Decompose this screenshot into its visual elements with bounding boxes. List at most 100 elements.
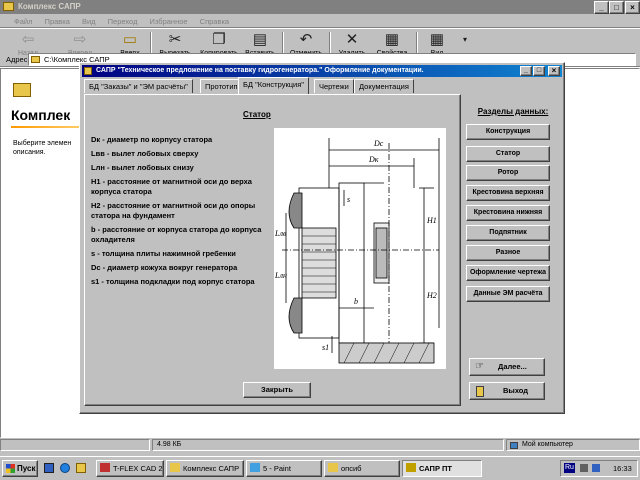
app-icon — [406, 463, 416, 472]
start-button[interactable]: Пуск — [2, 460, 38, 477]
param-h1: H1 - расстояние от магнитной оси до верх… — [91, 177, 252, 196]
tray-speaker-icon[interactable] — [580, 464, 588, 472]
section-lower-cross-button[interactable]: Крестовина нижняя — [466, 205, 550, 221]
task-paint[interactable]: 5 - Paint — [246, 460, 322, 477]
my-computer-icon — [510, 442, 518, 449]
lang-indicator[interactable]: Ru — [564, 463, 575, 473]
tflex-icon — [100, 463, 110, 472]
taskbar: Пуск T-FLEX CAD 2D - [... Комплекс САПР … — [0, 456, 640, 480]
menu-go[interactable]: Переход — [108, 17, 138, 26]
close-button[interactable]: Закрыть — [243, 382, 311, 398]
menu-edit[interactable]: Правка — [45, 17, 70, 26]
tab-prototype[interactable]: Прототип — [200, 79, 243, 93]
explorer-close-button[interactable]: × — [625, 1, 640, 14]
section-construction-button[interactable]: Конструкция — [466, 124, 550, 140]
task-opsib[interactable]: опсиб — [324, 460, 400, 477]
folder-up-icon: ▭ — [122, 31, 138, 48]
dialog-app-icon — [84, 67, 92, 75]
explorer-minimize-button[interactable]: _ — [594, 1, 609, 14]
explorer-quick-icon[interactable] — [76, 463, 86, 473]
paint-icon — [250, 463, 260, 472]
drawing-label-b: b — [354, 297, 358, 306]
drawing-label-lvv: Lлв — [274, 229, 287, 238]
properties-icon: ▦ — [384, 31, 400, 48]
quick-launch — [42, 461, 94, 477]
status-bar: 4.98 КБ Мой компьютер — [0, 438, 640, 452]
section-rotor-button[interactable]: Ротор — [466, 165, 550, 181]
status-panel-left — [0, 439, 150, 451]
tab-construction-db[interactable]: БД "Конструкция" — [238, 77, 309, 94]
status-panel-location: Мой компьютер — [506, 439, 640, 451]
address-folder-icon — [31, 56, 40, 63]
menu-view[interactable]: Вид — [82, 17, 96, 26]
section-misc-button[interactable]: Разное — [466, 245, 550, 261]
menu-favorites[interactable]: Избранное — [150, 17, 188, 26]
tab-documentation[interactable]: Документация — [354, 79, 414, 93]
scissors-icon: ✂ — [168, 31, 182, 48]
copy-icon: ❐ — [212, 31, 226, 48]
menu-file[interactable]: Файл — [14, 17, 32, 26]
dialog-title-bar[interactable]: САПР "Техническое предложение на поставк… — [82, 65, 562, 77]
drawing-label-dk: Dк — [368, 155, 379, 164]
chevron-down-icon: ▾ — [462, 35, 467, 44]
menu-help[interactable]: Справка — [200, 17, 229, 26]
explorer-title-bar[interactable]: Комплекс САПР _ □ × — [0, 0, 640, 14]
left-description: Выберите элемен описания. — [13, 140, 72, 156]
task-sapr-pt[interactable]: САПР ПТ — [402, 460, 482, 477]
explorer-maximize-button[interactable]: □ — [609, 1, 624, 14]
stator-drawing-svg: Dc Dк H1 H2 Lлв Lлн s b s1 — [274, 138, 440, 364]
section-thrust-bearing-button[interactable]: Подпятник — [466, 225, 550, 241]
parameter-list: Dк - диаметр по корпусу статора Lвв - вы… — [91, 135, 271, 291]
tab-strip: БД "Заказы" и "ЭМ расчёты" Прототип БД "… — [82, 77, 562, 95]
exit-door-icon — [476, 386, 484, 397]
task-sapr-complex[interactable]: Комплекс САПР — [166, 460, 244, 477]
tab-drawings[interactable]: Чертежи — [314, 79, 354, 93]
drawing-label-s: s — [347, 195, 350, 204]
param-dc: Dc - диаметр кожуха вокруг генератора — [91, 263, 238, 272]
task-tflex[interactable]: T-FLEX CAD 2D - [... — [96, 460, 164, 477]
dialog-close-button[interactable]: × — [548, 66, 560, 76]
param-h2: H2 - расстояние от магнитной оси до опор… — [91, 201, 256, 220]
tab-orders-db[interactable]: БД "Заказы" и "ЭМ расчёты" — [84, 79, 193, 93]
left-heading-rule — [11, 126, 81, 128]
arrow-left-icon: ⇦ — [21, 31, 35, 48]
section-drawing-format-button[interactable]: Оформление чертежа — [466, 265, 550, 281]
clipboard-icon: ▤ — [252, 31, 268, 48]
param-s1: s1 - толщина подкладки под корпус статор… — [91, 277, 255, 286]
folder-icon — [328, 463, 338, 472]
desktop-icon[interactable] — [44, 463, 54, 473]
sections-title: Разделы данных: — [477, 107, 549, 116]
explorer-menu-bar: Файл Правка Вид Переход Избранное Справк… — [14, 16, 239, 27]
param-s: s - толщина плиты нажимной гребенки — [91, 249, 236, 258]
folder-icon — [170, 463, 180, 472]
next-button[interactable]: ☞ Далее... — [469, 358, 545, 376]
left-folder-icon — [13, 83, 31, 97]
tray-monitor-icon[interactable] — [592, 464, 600, 472]
section-upper-cross-button[interactable]: Крестовина верхняя — [466, 185, 550, 201]
drawing-label-lln: Lлн — [274, 271, 287, 280]
dialog-maximize-button[interactable]: □ — [533, 66, 545, 76]
address-label: Адрес — [6, 55, 28, 64]
explorer-folder-icon — [3, 2, 14, 11]
status-panel-size: 4.98 КБ — [152, 439, 504, 451]
tab-panel: Статор Dк - диаметр по корпусу статора L… — [84, 94, 461, 406]
view-grid-icon: ▦ — [429, 31, 445, 48]
pointing-hand-icon: ☞ — [475, 361, 484, 372]
section-title: Статор — [243, 110, 271, 119]
exit-button[interactable]: Выход — [469, 382, 545, 400]
delete-x-icon: ✕ — [345, 31, 359, 48]
drawing-label-h2: H2 — [426, 291, 437, 300]
dialog-title: САПР "Техническое предложение на поставк… — [96, 67, 424, 74]
explorer-title: Комплекс САПР — [18, 2, 81, 11]
system-tray: Ru 16:33 — [560, 460, 638, 477]
left-heading: Комплек — [11, 107, 71, 123]
section-stator-button[interactable]: Статор — [466, 146, 550, 162]
section-em-data-button[interactable]: Данные ЭМ расчёта — [466, 286, 550, 302]
ie-icon[interactable] — [60, 463, 70, 473]
drawing-label-dc: Dc — [373, 139, 384, 148]
undo-icon: ↶ — [299, 31, 313, 48]
arrow-right-icon: ⇨ — [73, 31, 87, 48]
dialog-minimize-button[interactable]: _ — [520, 66, 532, 76]
tray-clock[interactable]: 16:33 — [613, 464, 632, 474]
param-dk: Dк - диаметр по корпусу статора — [91, 135, 213, 144]
